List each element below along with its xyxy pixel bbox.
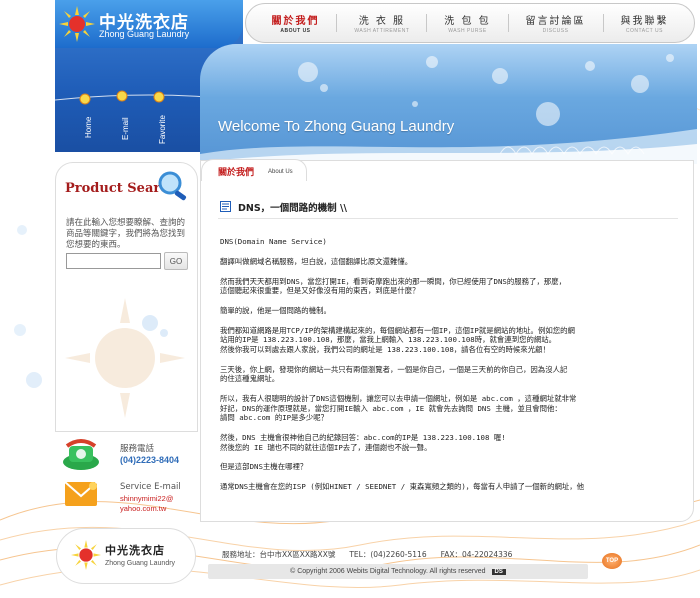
nav-wash-attirement-label: 洗 衣 服 <box>358 16 406 27</box>
document-icon <box>220 201 231 212</box>
article-title: DNS，一個問路的機制 \\ <box>238 203 347 214</box>
article-paragraph: 通常DNS主機會在您的ISP (例如HINET / SEEDNET / 東森寬頻… <box>220 482 585 492</box>
back-to-top-button[interactable]: TOP <box>602 553 622 569</box>
nav-wash-purse[interactable]: 洗 包 包 WASH PURSE <box>438 12 496 34</box>
content-tab-sublabel: About Us <box>268 169 293 175</box>
nav-wash-attirement-sublabel: WASH ATTIREMENT <box>354 28 410 34</box>
article-body: DNS(Domain Name Service) 翻譯叫做網域名稱服務，坦白說，… <box>220 237 682 502</box>
welcome-banner: Welcome To Zhong Guang Laundry <box>200 44 697 164</box>
nav-divider <box>336 14 338 32</box>
magnifier-icon <box>158 171 187 201</box>
search-go-button[interactable]: GO <box>164 252 188 270</box>
nav-divider <box>507 14 509 32</box>
nav-wash-purse-sublabel: WASH PURSE <box>448 28 487 34</box>
nav-wash-purse-label: 洗 包 包 <box>444 16 491 27</box>
sun-logo-icon <box>71 540 101 570</box>
ds-badge: DS <box>491 568 506 575</box>
content-tab-label: 關於我們 <box>218 168 255 178</box>
phone-label: 服務電話 <box>120 444 155 454</box>
sun-logo-icon <box>59 6 95 42</box>
content-tab: 關於我們 About Us <box>201 159 307 181</box>
telephone-icon <box>63 439 99 470</box>
article-paragraph: 然後，DNS 主機會很神他自己的紀錄回答：abc.com的IP是 138.223… <box>220 433 506 452</box>
nav-discuss-sublabel: DISCUSS <box>542 28 569 34</box>
contact-panel: 服務電話 (04)2223-8404 Service E-mail shinny… <box>55 432 198 522</box>
nav-wash-attirement[interactable]: 洗 衣 服 WASH ATTIREMENT <box>348 12 415 34</box>
footer-brand-name: 中光洗衣店 <box>105 544 165 557</box>
left-sidebar: Product Search 請在此輸入您想要瞭解、查詢的商品等關鍵字，我們將為… <box>55 162 198 513</box>
article-header: DNS，一個問路的機制 \\ <box>218 199 678 219</box>
email-address-line1[interactable]: shinnymimi22@ <box>120 494 173 504</box>
article-paragraph: 翻譯叫做網域名稱服務，坦白說，這個翻譯比原文還難懂。 <box>220 256 413 266</box>
article-paragraph: 但是這部DNS主機在哪裡？ <box>220 462 308 472</box>
side-nav-favorite[interactable]: Favorite <box>158 115 167 144</box>
nav-about-us[interactable]: 關於我們 ABOUT US <box>265 12 325 34</box>
phone-number: (04)2223-8404 <box>120 455 180 465</box>
article-paragraph: 三天後，你上網，發現你的網站一共只有兩個瀏覽者，一個是你自己，一個是三天前的你自… <box>220 364 568 384</box>
article-paragraph: DNS(Domain Name Service) <box>220 237 327 246</box>
footer-brand-name-english: Zhong Guang Laundry <box>105 560 176 567</box>
footer-logo[interactable]: 中光洗衣店 Zhong Guang Laundry <box>56 528 196 584</box>
nav-about-us-label: 關於我們 <box>271 16 320 27</box>
nav-contact-us-label: 與我聯繫 <box>620 16 669 27</box>
nav-divider <box>426 14 428 32</box>
nav-contact-us-sublabel: CONTACT US <box>625 28 663 34</box>
search-input[interactable] <box>66 253 161 269</box>
footer-copyright: © Copyright 2006 Webits Digital Technolo… <box>290 568 486 575</box>
footer-tel: TEL：(04)2260-5116 <box>349 550 427 559</box>
nav-contact-us[interactable]: 與我聯繫 CONTACT US <box>614 12 674 34</box>
article-paragraph: 簡單的說，他是一個問路的機制。 <box>220 305 331 315</box>
email-address-line2[interactable]: yahoo.com.tw <box>120 504 166 514</box>
article-paragraph: 然而我們天天都用到DNS，當您打開IE，看到奇摩跑出來的那一瞬間，你已經使用了D… <box>220 276 567 296</box>
water-bubbles-image <box>200 54 697 164</box>
product-search-panel: Product Search 請在此輸入您想要瞭解、查詢的商品等關鍵字，我們將為… <box>55 162 198 432</box>
content-panel: 關於我們 About Us DNS，一個問路的機制 \\ DNS(Domain … <box>200 159 694 522</box>
nav-discuss[interactable]: 留言討論區 DISCUSS <box>520 12 592 34</box>
email-label: Service E-mail <box>120 482 181 492</box>
nav-about-us-sublabel: ABOUT US <box>280 28 311 34</box>
envelope-icon <box>64 481 98 506</box>
banner-title: Welcome To Zhong Guang Laundry <box>218 118 455 135</box>
side-nav-email[interactable]: E-mail <box>121 117 130 140</box>
footer-fax: FAX：04-22024336 <box>440 550 513 559</box>
brand-header: 中光洗衣店 Zhong Guang Laundry <box>55 0 243 48</box>
brand-name-english: Zhong Guang Laundry <box>99 29 190 39</box>
nav-discuss-label: 留言討論區 <box>525 16 586 27</box>
footer-copyright-bar: © Copyright 2006 Webits Digital Technolo… <box>208 564 588 579</box>
side-nav-home[interactable]: Home <box>84 117 93 138</box>
article-paragraph: 我們都知道網路是用TCP/IP的架構建構起來的，每個網站都有一個IP，這個IP就… <box>220 325 575 354</box>
top-navigation: 關於我們 ABOUT US 洗 衣 服 WASH ATTIREMENT 洗 包 … <box>245 3 695 43</box>
article-paragraph: 所以，我有人很聰明的設計了DNS這個機制，讓您可以去申請一個網址，例如是 abc… <box>220 394 577 423</box>
sun-watermark-image <box>65 298 185 418</box>
footer-contact-info: 服務地址：台中市XX區XX路XX號 TEL：(04)2260-5116 FAX：… <box>222 549 582 560</box>
product-search-description: 請在此輸入您想要瞭解、查詢的商品等關鍵字，我們將為您找到您想要的東西。 <box>66 218 186 250</box>
nav-divider <box>602 14 604 32</box>
footer-address: 服務地址：台中市XX區XX路XX號 <box>222 550 336 559</box>
